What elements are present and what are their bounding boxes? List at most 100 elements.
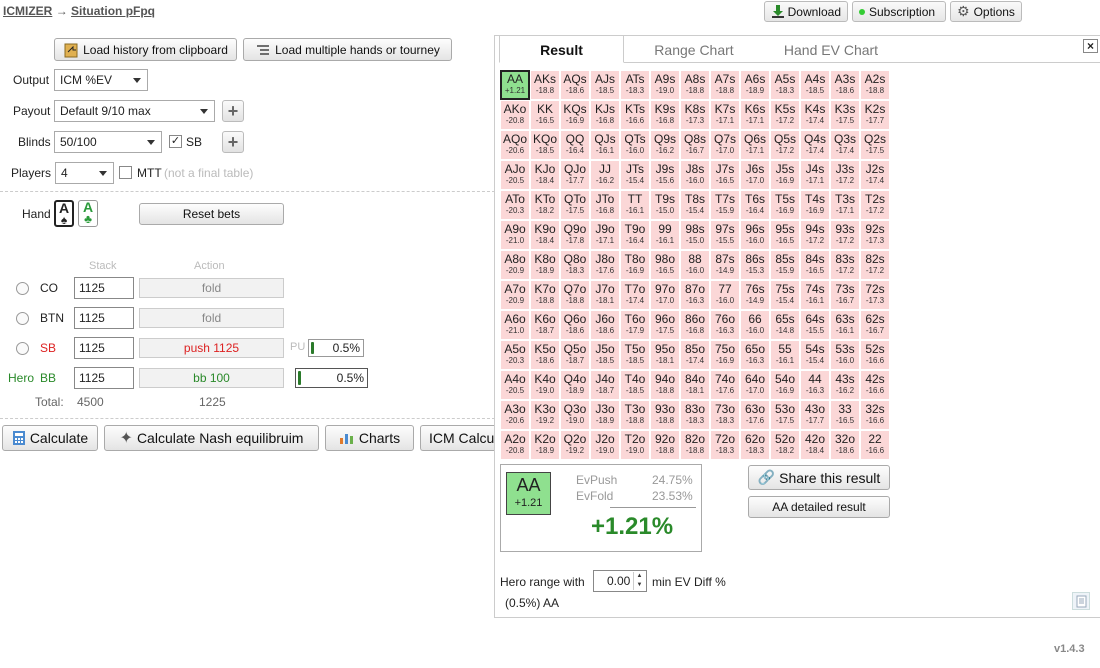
hand-cell[interactable]: 98s -15.0: [680, 220, 710, 250]
hand-cell[interactable]: A9s -19.0: [650, 70, 680, 100]
hand-cell[interactable]: JTo -16.8: [590, 190, 620, 220]
hand-cell[interactable]: J7s -16.5: [710, 160, 740, 190]
hand-cell[interactable]: T2s -17.2: [860, 190, 890, 220]
hand-cell[interactable]: QTo -17.5: [560, 190, 590, 220]
hand-cell[interactable]: 84o -18.1: [680, 370, 710, 400]
hand-cell[interactable]: 65o -16.3: [740, 340, 770, 370]
hand-cell[interactable]: 92s -17.3: [860, 220, 890, 250]
hand-cell[interactable]: KTs -16.6: [620, 100, 650, 130]
hand-cell[interactable]: 82s -17.2: [860, 250, 890, 280]
hand-cell[interactable]: T8s -15.4: [680, 190, 710, 220]
hand-cell[interactable]: A6o -21.0: [500, 310, 530, 340]
hand-cell[interactable]: AKs -18.8: [530, 70, 560, 100]
hand-cell[interactable]: 84s -16.5: [800, 250, 830, 280]
hand-cell[interactable]: K6o -18.7: [530, 310, 560, 340]
seat-bb-action[interactable]: bb 100: [139, 368, 284, 388]
hand-cell[interactable]: 85o -17.4: [680, 340, 710, 370]
hand-cell[interactable]: 74s -16.1: [800, 280, 830, 310]
hand-cell[interactable]: J3o -18.9: [590, 400, 620, 430]
hand-cell[interactable]: J4o -18.7: [590, 370, 620, 400]
seat-btn-radio[interactable]: [16, 312, 29, 325]
hand-cell[interactable]: K2o -18.9: [530, 430, 560, 460]
hand-cell[interactable]: 96s -16.0: [740, 220, 770, 250]
mtt-checkbox[interactable]: [119, 166, 132, 179]
hand-cell[interactable]: 76s -14.9: [740, 280, 770, 310]
hand-cell[interactable]: 64o -17.0: [740, 370, 770, 400]
seat-co-stack-input[interactable]: 1125: [74, 277, 134, 299]
hand-cell[interactable]: KQo -18.5: [530, 130, 560, 160]
hand-cell[interactable]: 55 -16.1: [770, 340, 800, 370]
hand-cell[interactable]: AJo -20.5: [500, 160, 530, 190]
hand-cell[interactable]: 98o -16.5: [650, 250, 680, 280]
hand-cell[interactable]: 82o -18.8: [680, 430, 710, 460]
hand-cell[interactable]: 62s -16.7: [860, 310, 890, 340]
hand-cell[interactable]: A5o -20.3: [500, 340, 530, 370]
hand-cell[interactable]: J6s -17.0: [740, 160, 770, 190]
hand-cell[interactable]: T6o -17.9: [620, 310, 650, 340]
hand-cell[interactable]: 72o -18.3: [710, 430, 740, 460]
hand-cell[interactable]: 76o -16.3: [710, 310, 740, 340]
hand-card-2[interactable]: A ♣: [78, 200, 98, 227]
hand-cell[interactable]: 88 -16.0: [680, 250, 710, 280]
hand-cell[interactable]: 66 -16.0: [740, 310, 770, 340]
hand-cell[interactable]: T9o -16.4: [620, 220, 650, 250]
hand-cell[interactable]: A7s -18.8: [710, 70, 740, 100]
hand-cell[interactable]: Q9s -16.2: [650, 130, 680, 160]
hand-cell[interactable]: 75s -15.4: [770, 280, 800, 310]
seat-co-action[interactable]: fold: [139, 278, 284, 298]
hand-cell[interactable]: AQs -18.6: [560, 70, 590, 100]
hand-cell[interactable]: Q6o -18.6: [560, 310, 590, 340]
load-multiple-button[interactable]: Load multiple hands or tourney: [243, 38, 452, 61]
hand-cell[interactable]: Q8o -18.3: [560, 250, 590, 280]
payout-select[interactable]: Default 9/10 max: [54, 100, 215, 122]
hand-cell[interactable]: K8s -17.3: [680, 100, 710, 130]
hand-cell[interactable]: 72s -17.3: [860, 280, 890, 310]
hand-cell[interactable]: 85s -15.9: [770, 250, 800, 280]
hand-cell[interactable]: JTs -15.4: [620, 160, 650, 190]
hand-cell[interactable]: J2s -17.4: [860, 160, 890, 190]
hand-cell[interactable]: KJo -18.4: [530, 160, 560, 190]
hand-cell[interactable]: 63s -16.1: [830, 310, 860, 340]
hand-cell[interactable]: T8o -16.9: [620, 250, 650, 280]
hand-cell[interactable]: 93s -17.2: [830, 220, 860, 250]
hand-cell[interactable]: 86o -16.8: [680, 310, 710, 340]
hand-cell[interactable]: K5o -18.6: [530, 340, 560, 370]
reset-bets-button[interactable]: Reset bets: [139, 203, 284, 225]
hand-cell[interactable]: Q7s -17.0: [710, 130, 740, 160]
hand-cell[interactable]: K4s -17.4: [800, 100, 830, 130]
hand-cell[interactable]: K9o -18.4: [530, 220, 560, 250]
hand-cell[interactable]: J8o -17.6: [590, 250, 620, 280]
hand-cell[interactable]: 95o -18.1: [650, 340, 680, 370]
hand-cell[interactable]: K7s -17.1: [710, 100, 740, 130]
hand-cell[interactable]: A6s -18.9: [740, 70, 770, 100]
tab-range-chart[interactable]: Range Chart: [634, 37, 754, 63]
bb-call-range-field[interactable]: 0.5%: [295, 368, 368, 388]
hand-cell[interactable]: JJ -16.2: [590, 160, 620, 190]
hand-cell[interactable]: 95s -16.5: [770, 220, 800, 250]
calculate-nash-button[interactable]: ✦ Calculate Nash equilibruim: [104, 425, 319, 451]
seat-btn-action[interactable]: fold: [139, 308, 284, 328]
hand-cell[interactable]: Q4s -17.4: [800, 130, 830, 160]
hand-cell[interactable]: 65s -14.8: [770, 310, 800, 340]
hand-cell[interactable]: J6o -18.6: [590, 310, 620, 340]
hand-cell[interactable]: 96o -17.5: [650, 310, 680, 340]
hand-cell[interactable]: J5o -18.5: [590, 340, 620, 370]
hand-cell[interactable]: T3s -17.1: [830, 190, 860, 220]
copy-icon[interactable]: [1072, 592, 1090, 610]
hand-cell[interactable]: Q2s -17.5: [860, 130, 890, 160]
hand-cell[interactable]: 33 -16.5: [830, 400, 860, 430]
output-select[interactable]: ICM %EV: [54, 69, 148, 91]
hand-cell[interactable]: Q7o -18.8: [560, 280, 590, 310]
hand-cell[interactable]: Q4o -18.9: [560, 370, 590, 400]
hand-cell[interactable]: 42s -16.6: [860, 370, 890, 400]
hand-cell[interactable]: AKo -20.8: [500, 100, 530, 130]
hand-cell[interactable]: 64s -15.5: [800, 310, 830, 340]
hand-cell[interactable]: AA +1.21: [500, 70, 530, 100]
close-button[interactable]: ×: [1083, 39, 1098, 53]
hand-cell[interactable]: J9o -17.1: [590, 220, 620, 250]
sb-push-range-field[interactable]: 0.5%: [308, 339, 364, 357]
hand-cell[interactable]: 87o -16.3: [680, 280, 710, 310]
hand-cell[interactable]: T5o -18.5: [620, 340, 650, 370]
hand-cell[interactable]: 75o -16.9: [710, 340, 740, 370]
hand-cell[interactable]: Q8s -16.7: [680, 130, 710, 160]
